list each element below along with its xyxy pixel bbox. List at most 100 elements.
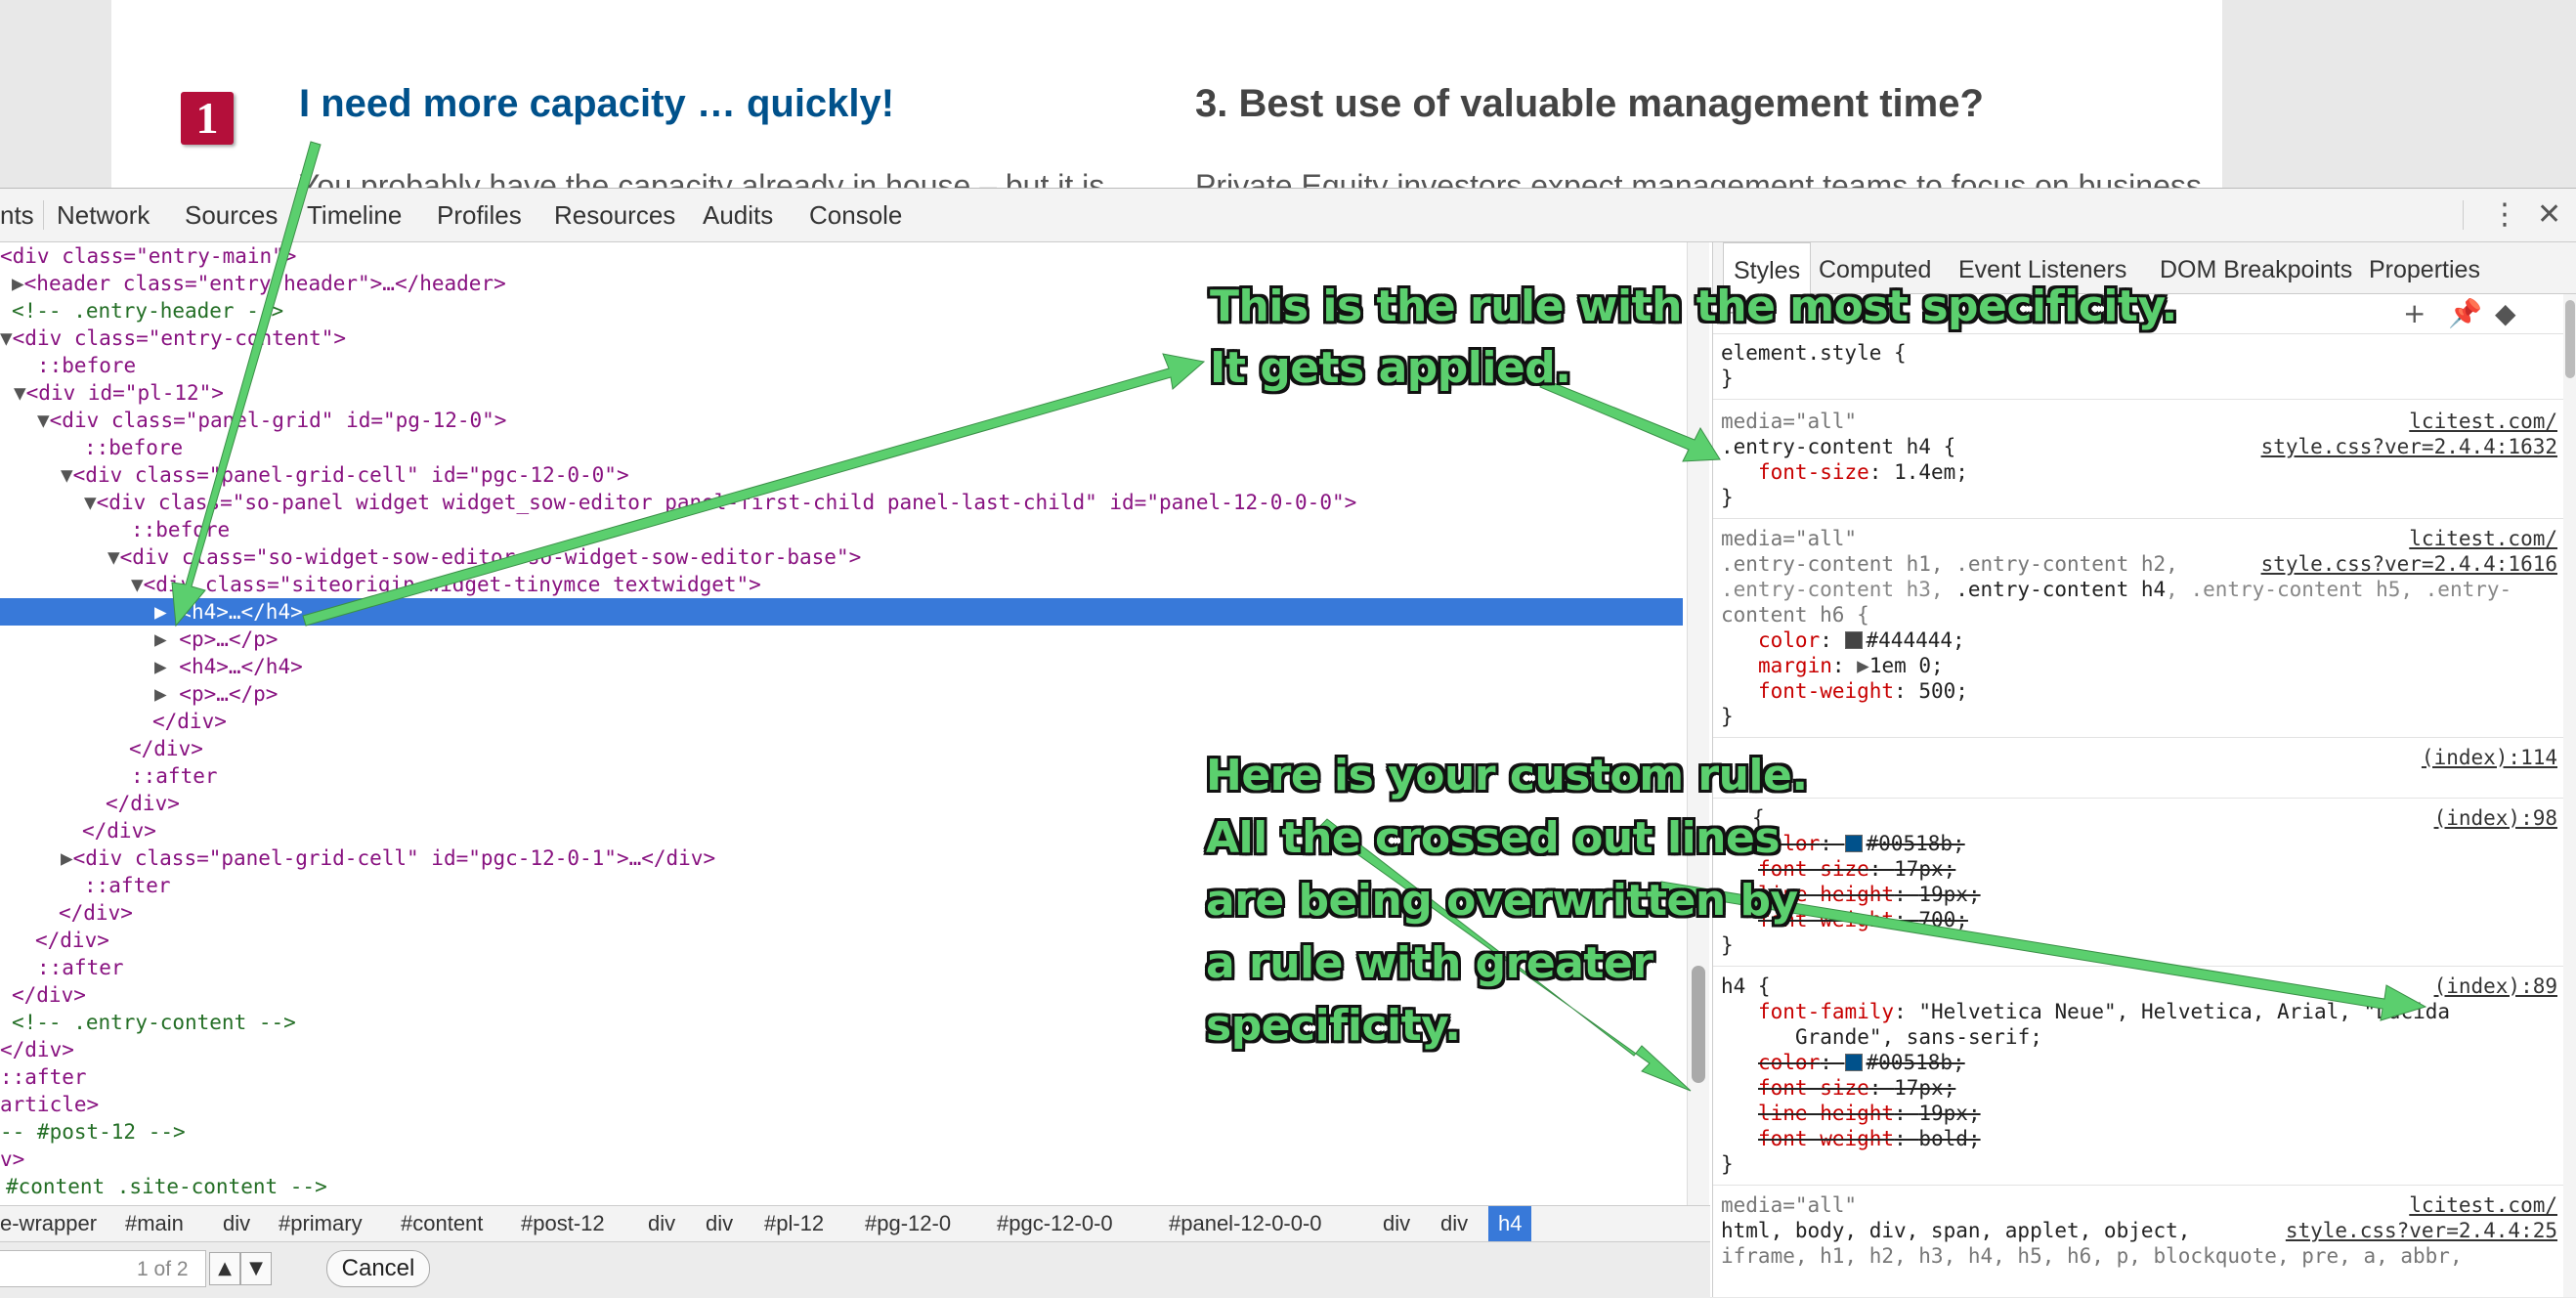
up-arrow-icon[interactable]: ▲ [209,1252,240,1285]
breadcrumb-item[interactable]: div [1383,1206,1410,1241]
dom-tree-scrollbar[interactable] [1687,242,1709,1225]
rule-property-overridden[interactable]: color: #00518b; [1758,1050,1965,1075]
breadcrumb-item[interactable]: #primary [279,1206,363,1241]
rule-selector[interactable]: iframe, h1, h2, h3, h4, h5, h6, p, block… [1721,1243,2463,1269]
dom-line[interactable]: ▼<div id="pl-12"> [14,379,224,407]
rule-property[interactable]: font-family: "Helvetica Neue", Helvetica… [1758,999,2450,1024]
rule-source-link[interactable]: lcitest.com/ [2409,526,2557,551]
rule-source-link[interactable]: style.css?ver=2.4.4:1632 [2261,434,2557,459]
color-swatch[interactable] [1844,835,1863,852]
rule-selector[interactable]: html, body, div, span, applet, object, [1721,1218,2190,1243]
add-icon[interactable]: + [2403,294,2426,333]
dom-line[interactable]: </div> [0,1036,74,1063]
pin-icon[interactable]: 📌 [2448,294,2482,333]
vertical-dots-icon[interactable]: ⋮ [2490,189,2519,241]
rule-source-link[interactable]: style.css?ver=2.4.4:1616 [2261,551,2557,577]
rule-property-overridden[interactable]: line-height: 19px; [1758,1101,1981,1126]
dom-line[interactable]: ▶<div class="panel-grid-cell" id="pgc-12… [61,844,715,872]
rule-selector[interactable]: h4 { [1721,974,1771,999]
rule-source-link[interactable]: (index):114 [2422,745,2557,770]
rule-source-link[interactable]: (index):89 [2434,974,2557,999]
breadcrumb-item[interactable]: #main [125,1206,184,1241]
breadcrumb-item[interactable]: div [223,1206,250,1241]
rule-property[interactable]: font-weight: 500; [1758,678,1968,704]
breadcrumb-item[interactable]: div [648,1206,675,1241]
rule-source-link[interactable]: lcitest.com/ [2409,1192,2557,1218]
tab-console[interactable]: Console [809,189,902,241]
dom-line-selected[interactable]: ▶ <h4>…</h4> [0,598,1683,626]
dom-line[interactable]: ▼<div class="so-widget-sow-editor so-wid… [107,543,861,571]
breadcrumb-item[interactable]: #pgc-12-0-0 [997,1206,1113,1241]
rule-property-overridden[interactable]: font-weight: bold; [1758,1126,1981,1151]
dom-line[interactable]: ▶ <p>…</p> [154,680,278,708]
scroll-thumb[interactable] [1692,966,1705,1083]
dom-line[interactable]: </div> [35,927,109,954]
sidebar-scrollbar[interactable] [2563,294,2576,1297]
dom-pseudo[interactable]: ::before [84,434,183,461]
rule-selector[interactable]: content h6 { [1721,602,1869,627]
color-format-icon[interactable]: ◆ [2495,294,2516,333]
dom-comment[interactable]: <!-- .entry-header --> [12,297,283,324]
dom-line[interactable]: </div> [59,899,133,927]
dom-line[interactable]: </div> [82,817,156,844]
rule-selector[interactable]: .entry-content h4 { [1721,434,1955,459]
dom-pseudo[interactable]: ::before [37,352,136,379]
tab-profiles[interactable]: Profiles [437,189,522,241]
breadcrumb-item[interactable]: #post-12 [521,1206,605,1241]
breadcrumb-item[interactable]: div [706,1206,733,1241]
dom-line[interactable]: ▶<header class="entry-header">…</header> [12,270,506,297]
rule-property-overridden[interactable]: font-size: 17px; [1758,1075,1955,1101]
tab-elements[interactable]: nts [0,189,34,241]
rule-property-overridden[interactable]: color: #00518b; [1758,831,1965,856]
rule-source-link[interactable]: (index):98 [2434,805,2557,831]
color-swatch[interactable] [1844,1054,1863,1071]
breadcrumb-item[interactable]: #pl-12 [764,1206,824,1241]
rule-selector[interactable]: element.style { [1721,340,1907,366]
dom-line[interactable]: article> [0,1091,99,1118]
dom-line[interactable]: ▼<div class="panel-grid" id="pg-12-0"> [37,407,506,434]
dom-pseudo[interactable]: ::before [131,516,230,543]
breadcrumb-item[interactable]: div [1440,1206,1468,1241]
dom-line[interactable]: v> [0,1146,24,1173]
tab-timeline[interactable]: Timeline [307,189,402,241]
close-icon[interactable]: ✕ [2537,189,2561,241]
dom-pseudo[interactable]: ::after [84,872,171,899]
rule-property[interactable]: margin: ▶1em 0; [1758,653,1944,678]
rule-source-link[interactable]: lcitest.com/ [2409,409,2557,434]
dom-line[interactable]: ▼<div class="siteorigin-widget-tinymce t… [131,571,761,598]
breadcrumb-item[interactable]: e-wrapper [0,1206,97,1241]
tab-dom-breakpoints[interactable]: DOM Breakpoints [2160,242,2352,293]
dom-line[interactable]: ▼<div class="panel-grid-cell" id="pgc-12… [61,461,629,489]
color-swatch[interactable] [1844,631,1863,649]
dom-pseudo[interactable]: ::after [131,762,218,790]
dom-line[interactable]: </div> [12,981,86,1009]
breadcrumb-item[interactable]: #content [401,1206,483,1241]
breadcrumb-item[interactable]: #pg-12-0 [865,1206,951,1241]
tab-properties[interactable]: Properties [2369,242,2480,293]
dom-pseudo[interactable]: ::after [0,1063,87,1091]
scroll-thumb[interactable] [2565,300,2575,378]
dom-line[interactable]: </div> [106,790,180,817]
tab-audits[interactable]: Audits [703,189,773,241]
rule-selector[interactable]: .entry-content h1, .entry-content h2, [1721,551,2178,577]
rule-source-link[interactable]: style.css?ver=2.4.4:25 [2286,1218,2557,1243]
dom-comment[interactable]: -- #post-12 --> [0,1118,186,1146]
rule-property[interactable]: font-size: 1.4em; [1758,459,1968,485]
dom-line[interactable]: ▶ <p>…</p> [154,626,278,653]
dom-line[interactable]: ▼<div class="entry-content"> [0,324,346,352]
dom-line[interactable]: <div class="entry-main"> [0,242,296,270]
dom-line[interactable]: ▶ <h4>…</h4> [154,653,303,680]
breadcrumb-item[interactable]: #panel-12-0-0-0 [1169,1206,1322,1241]
rule-selector[interactable]: .entry-content h3, .entry-content h4, .e… [1721,577,2512,602]
tab-network[interactable]: Network [57,189,150,241]
dom-line[interactable]: </div> [152,708,227,735]
tab-resources[interactable]: Resources [554,189,675,241]
dom-comment[interactable]: #content .site-content --> [6,1173,327,1200]
dom-pseudo[interactable]: ::after [37,954,124,981]
rule-property[interactable]: color: #444444; [1758,627,1965,653]
breadcrumb-item-selected[interactable]: h4 [1488,1206,1532,1241]
down-arrow-icon[interactable]: ▼ [240,1252,272,1285]
tab-sources[interactable]: Sources [185,189,278,241]
dom-line[interactable]: </div> [129,735,203,762]
dom-comment[interactable]: <!-- .entry-content --> [12,1009,296,1036]
